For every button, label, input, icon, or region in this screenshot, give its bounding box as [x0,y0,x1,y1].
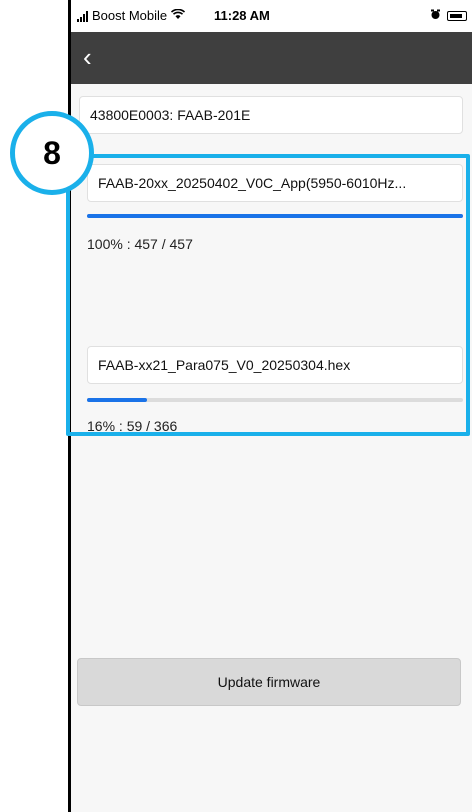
nav-bar: ‹ [71,32,472,84]
wifi-icon [171,8,186,23]
firmware-file-1-progress-text: 100% : 457 / 457 [87,236,193,252]
firmware-file-1-field[interactable]: FAAB-20xx_20250402_V0C_App(5950-6010Hz..… [87,164,463,202]
device-id-field[interactable]: 43800E0003: FAAB-201E [79,96,463,134]
update-firmware-button[interactable]: Update firmware [77,658,461,706]
firmware-file-1-progress-bar [87,214,463,218]
firmware-file-2-progress-text: 16% : 59 / 366 [87,418,178,434]
status-time: 11:28 AM [214,8,270,23]
phone-screen: Boost Mobile 11:28 AM ‹ 43800E0003: FAAB… [68,0,472,812]
back-button[interactable]: ‹ [83,42,92,72]
firmware-file-2-field[interactable]: FAAB-xx21_Para075_V0_20250304.hex [87,346,463,384]
firmware-file-1-progress-fill [87,214,463,218]
battery-icon [447,11,467,21]
step-number-callout: 8 [10,111,94,195]
firmware-file-2-progress-bar [87,398,463,402]
alarm-icon [430,9,441,23]
status-right [430,9,467,23]
status-left: Boost Mobile [77,8,186,23]
status-bar: Boost Mobile 11:28 AM [71,0,472,32]
signal-icon [77,10,88,22]
carrier-name: Boost Mobile [92,8,168,23]
firmware-file-2-progress-fill [87,398,148,402]
